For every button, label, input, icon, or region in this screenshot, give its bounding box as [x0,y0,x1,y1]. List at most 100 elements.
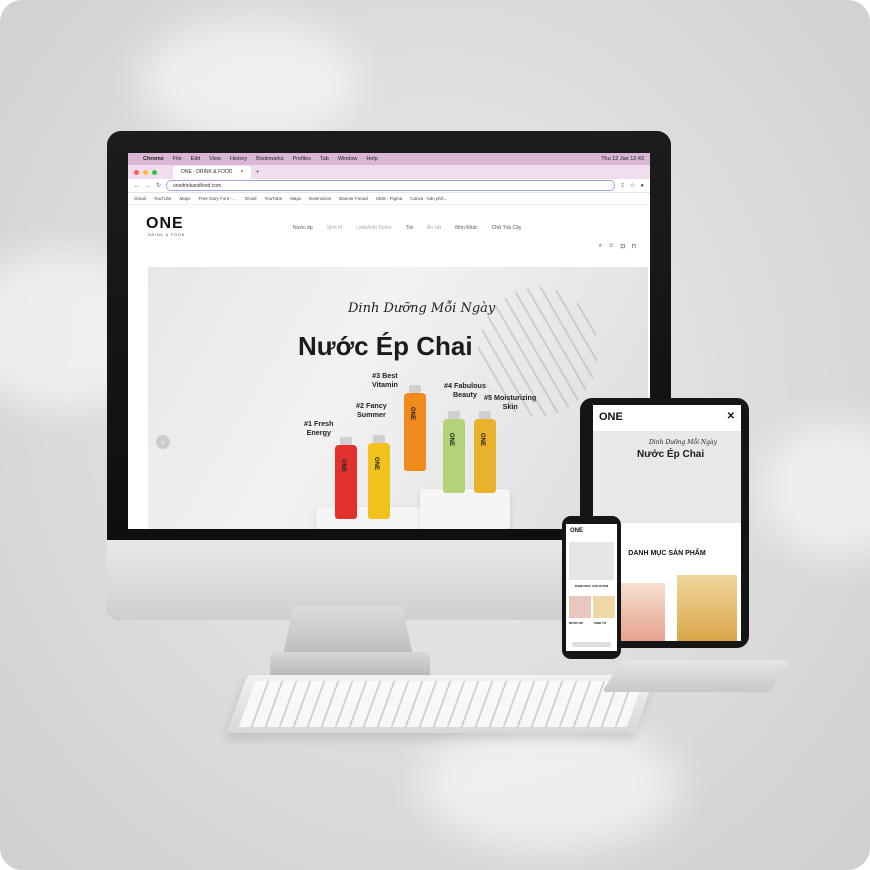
share-icon[interactable]: ⇪ [620,182,625,189]
bottle-logo: ONE [409,407,415,421]
site-logo-subtitle: DRINK & FOOD [148,233,186,237]
tablet-category-image-smoothie[interactable] [677,575,737,641]
cart-icon[interactable]: ⊡ [620,243,625,250]
back-icon[interactable]: ← [134,183,140,189]
cloud-right [760,420,870,560]
label-fabulous-beauty: #4 Fabulous Beauty [444,381,486,399]
tablet-logo[interactable]: ONE [599,411,623,423]
tablet-tagline: Dinh Dưỡng Mỗi Ngày [649,439,717,446]
label-best-vitamin: #3 Best Vitamin [372,371,398,389]
bookmark-font[interactable]: Free Gary Font - ... [198,196,236,201]
label-fancy-summer: #2 Fancy Summer [356,401,387,419]
site-logo[interactable]: ONE [146,215,184,233]
bookmark-figma[interactable]: UMS - Figma [376,196,403,201]
menu-help[interactable]: Help [366,156,377,162]
bookmark-banner[interactable]: Banner Foood [339,196,368,201]
menu-history[interactable]: History [230,156,247,162]
imac-screen: Chrome File Edit View History Bookmarks … [128,153,650,529]
bottle-logo: ONE [479,433,485,447]
cloud-top [140,20,360,140]
hero-headline: Nước Ép Chai [298,331,473,361]
hero-banner: Dinh Dưỡng Mỗi Ngày Nước Ép Chai ‹ #1 Fr… [148,267,648,529]
new-tab-button[interactable]: + [255,169,259,176]
bottle-logo: ONE [448,433,454,447]
menu-bookmarks[interactable]: Bookmarks [256,156,284,162]
phone-logo[interactable]: ONE [570,528,583,534]
phone-home-bar [572,642,611,647]
bottle-fancy-summer: ONE [368,435,390,519]
bookmark-gmail[interactable]: Gmail [134,196,146,201]
bookmark-maps[interactable]: Maps [179,196,190,201]
address-bar[interactable]: onedrinkandfood.com [166,180,615,191]
phone-category-label-juice: NƯỚC ÉP [569,621,584,625]
nav-item-chu-trai-cay[interactable]: Chữ Trái Cây [492,225,522,231]
close-tab-icon[interactable]: × [240,169,243,175]
url-text: onedrinkandfood.com [173,182,222,189]
star-icon[interactable]: ☆ [630,182,635,189]
browser-tabbar: ONE - DRINK & FOOD × + [128,165,650,179]
nav-item-latte-detox[interactable]: Latte/Info Detox [356,225,391,231]
mac-menubar: Chrome File Edit View History Bookmarks … [128,153,650,165]
profile-avatar[interactable]: ● [640,183,644,189]
menu-tab[interactable]: Tab [320,156,329,162]
bookmarks-bar: Gmail YouTube Maps Free Gary Font - ... … [128,193,650,205]
bottle-fabulous-beauty: ONE [443,411,465,493]
bookmark-youtube[interactable]: YouTube [154,196,172,201]
close-icon[interactable]: ✕ [727,411,735,422]
tab-title: ONE - DRINK & FOOD [181,169,233,175]
tablet-headline: Nước Ép Chai [637,449,705,460]
bag-icon[interactable]: ⊓ [631,243,636,250]
nav-item-tra[interactable]: Trà [406,225,413,231]
phone-category-tile-smoothie[interactable] [593,596,615,618]
mockup-scene: Chrome File Edit View History Bookmarks … [0,0,870,870]
menu-window[interactable]: Window [338,156,358,162]
menu-edit[interactable]: Edit [191,156,200,162]
cloud-bottom [420,720,680,850]
phone-category-title: DANH MỤC SẢN PHẨM [574,584,609,588]
account-icon[interactable]: ☺ [608,243,614,250]
label-fresh-energy: #1 Fresh Energy [304,419,334,437]
bottle-logo: ONE [340,459,346,473]
menu-file[interactable]: File [173,156,182,162]
bookmark-maps-2[interactable]: Maps [290,196,301,201]
bottle-moisturizing-skin: ONE [474,411,496,493]
hero-tagline: Dinh Dưỡng Mỗi Ngày [348,301,496,316]
menu-view[interactable]: View [209,156,221,162]
nav-item-mon-khac[interactable]: Món Khác [455,225,478,231]
zoom-window-button[interactable] [152,169,157,175]
menu-profiles[interactable]: Profiles [293,156,311,162]
label-moisturizing-skin: #5 Moisturizing Skin [484,393,537,411]
phone-screen: ONE DANH MỤC SẢN PHẨM NƯỚC ÉP SINH TỐ [566,524,617,651]
site-nav: Nước ép Sinh tố Latte/Info Detox Trà Ăn … [293,225,521,231]
browser-toolbar: ← → ↻ onedrinkandfood.com ⇪ ☆ ● [128,179,650,193]
nav-item-nuoc-ep[interactable]: Nước ép [293,225,313,231]
keyboard-keys [238,681,644,727]
menubar-clock: Thu 12 Jan 12:43 [601,156,644,162]
imac-stand [283,606,413,656]
bookmark-extensions[interactable]: Extensions [309,196,331,201]
minimize-window-button[interactable] [143,169,148,175]
nav-item-an-vat[interactable]: Ăn vặt [427,225,441,231]
browser-tab-active[interactable]: ONE - DRINK & FOOD × [173,165,252,179]
bottle-logo: ONE [373,457,379,471]
phone-category-label-smoothie: SINH TỐ [594,621,607,625]
phone-category-tile-juice[interactable] [569,596,591,618]
phone-hero [569,542,614,580]
nav-item-sinh-to[interactable]: Sinh tố [327,225,343,231]
pedestal-right [420,489,510,529]
bookmark-youtube-2[interactable]: YouTube [265,196,283,201]
trackpad [602,660,790,692]
forward-icon[interactable]: → [145,183,151,189]
bookmark-gmail-2[interactable]: Gmail [245,196,257,201]
close-window-button[interactable] [134,169,139,175]
bottle-best-vitamin: ONE [404,385,426,471]
menu-app-name[interactable]: Chrome [143,156,164,162]
tablet-hero: Dinh Dưỡng Mỗi Ngày Nước Ép Chai [593,431,741,523]
bottle-fresh-energy: ONE [335,437,357,519]
reload-icon[interactable]: ↻ [156,182,161,189]
bookmark-canva[interactable]: Canva - bản phố... [410,196,447,201]
carousel-prev-button[interactable]: ‹ [156,435,170,449]
search-icon[interactable]: ⌕ [599,243,602,250]
site-header: ONE DRINK & FOOD Nước ép Sinh tố Latte/I… [128,205,650,257]
site-header-icons: ⌕ ☺ ⊡ ⊓ [599,243,636,250]
